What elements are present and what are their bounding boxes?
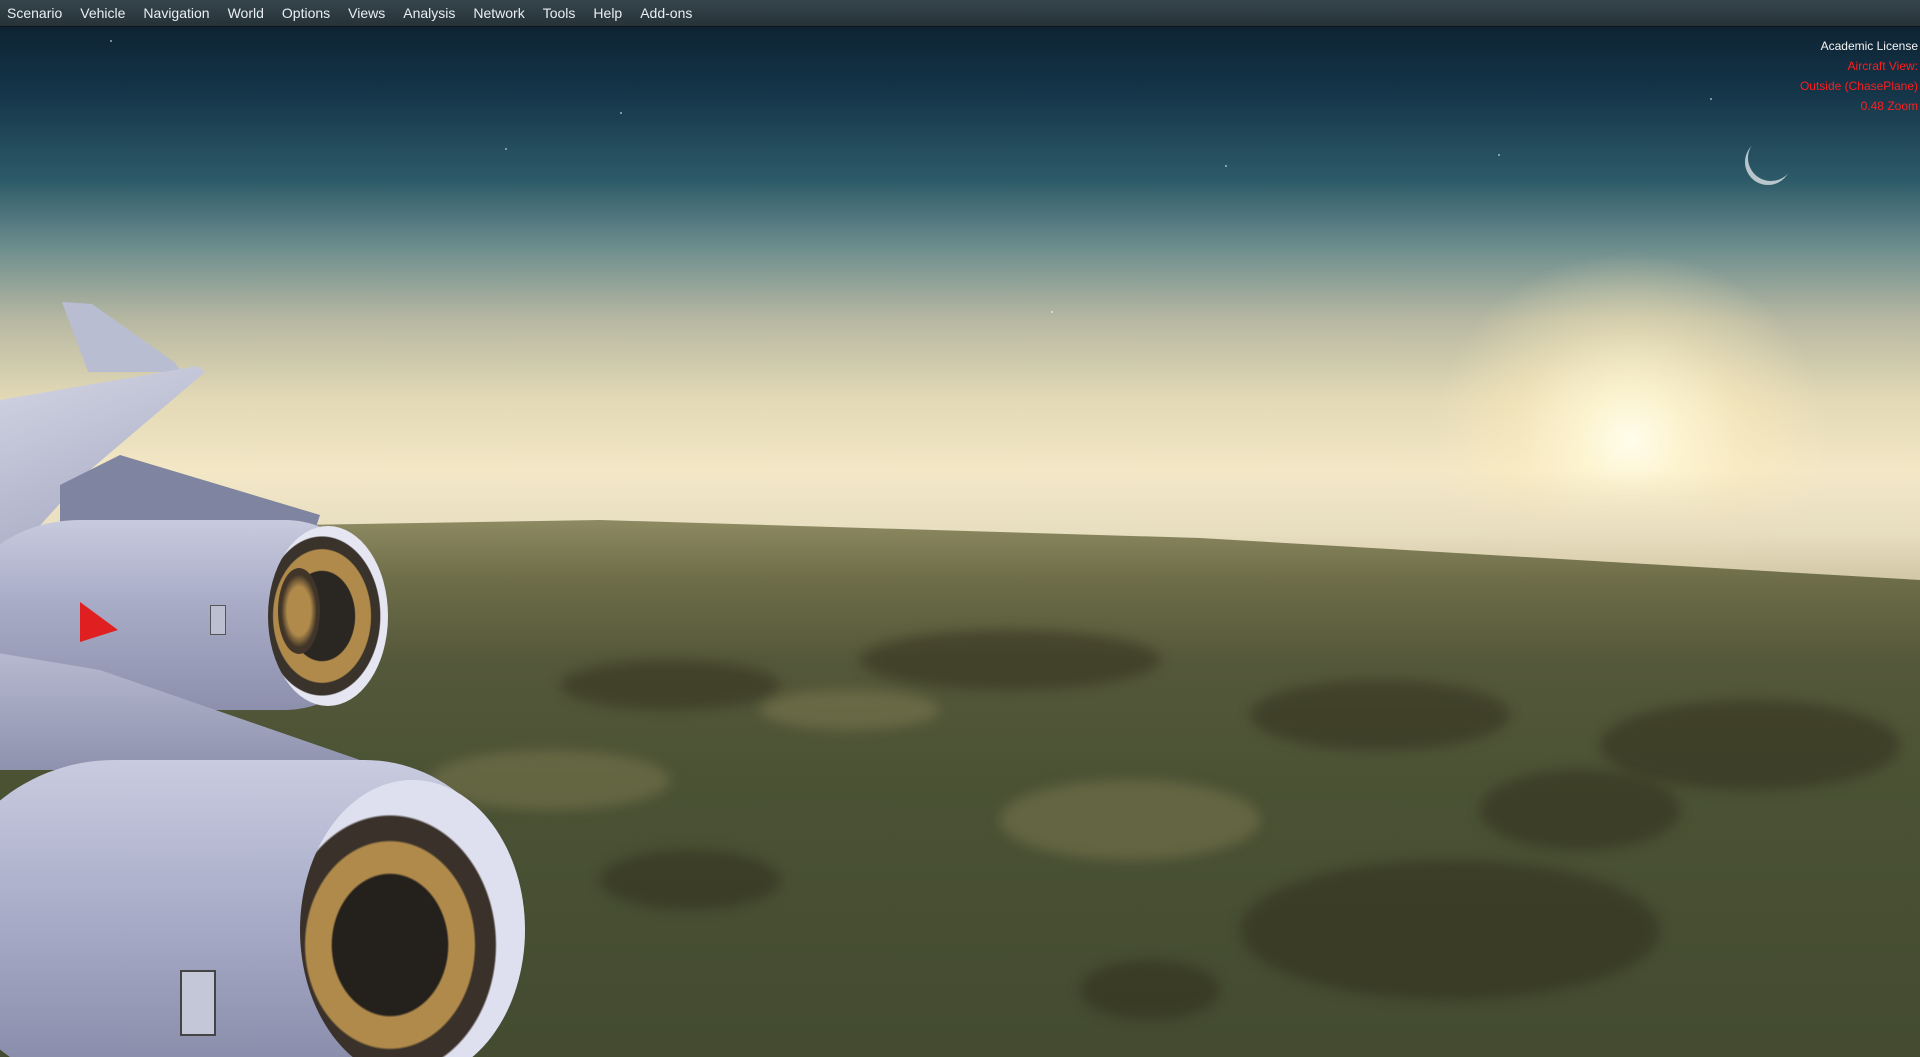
menu-navigation[interactable]: Navigation xyxy=(135,0,219,26)
menu-help[interactable]: Help xyxy=(585,0,632,26)
star xyxy=(1051,311,1053,313)
license-label: Academic License xyxy=(1820,39,1918,53)
star xyxy=(1498,154,1500,156)
star xyxy=(620,112,622,114)
star xyxy=(110,40,112,42)
menu-scenario[interactable]: Scenario xyxy=(0,0,72,26)
rolls-royce-badge-icon xyxy=(180,970,216,1036)
crescent-moon xyxy=(1748,135,1794,181)
star xyxy=(1225,165,1227,167)
menu-analysis[interactable]: Analysis xyxy=(395,0,465,26)
menu-vehicle[interactable]: Vehicle xyxy=(72,0,135,26)
star xyxy=(1710,98,1712,100)
menu-bar: Scenario Vehicle Navigation World Option… xyxy=(0,0,1920,27)
menu-tools[interactable]: Tools xyxy=(535,0,586,26)
zoom-label: 0.48 Zoom xyxy=(1860,99,1918,113)
menu-add-ons[interactable]: Add-ons xyxy=(632,0,702,26)
simulator-viewport[interactable] xyxy=(0,0,1920,1057)
aircraft-view-label: Aircraft View: xyxy=(1847,59,1918,73)
menu-network[interactable]: Network xyxy=(465,0,534,26)
star xyxy=(505,148,507,150)
menu-world[interactable]: World xyxy=(220,0,274,26)
rolls-royce-badge-icon xyxy=(210,605,226,635)
menu-options[interactable]: Options xyxy=(274,0,340,26)
view-mode-label: Outside (ChasePlane) xyxy=(1799,79,1918,93)
menu-views[interactable]: Views xyxy=(340,0,395,26)
info-overlay: Academic License Aircraft View: Outside … xyxy=(1800,36,1918,116)
outer-engine-fan xyxy=(278,568,320,654)
